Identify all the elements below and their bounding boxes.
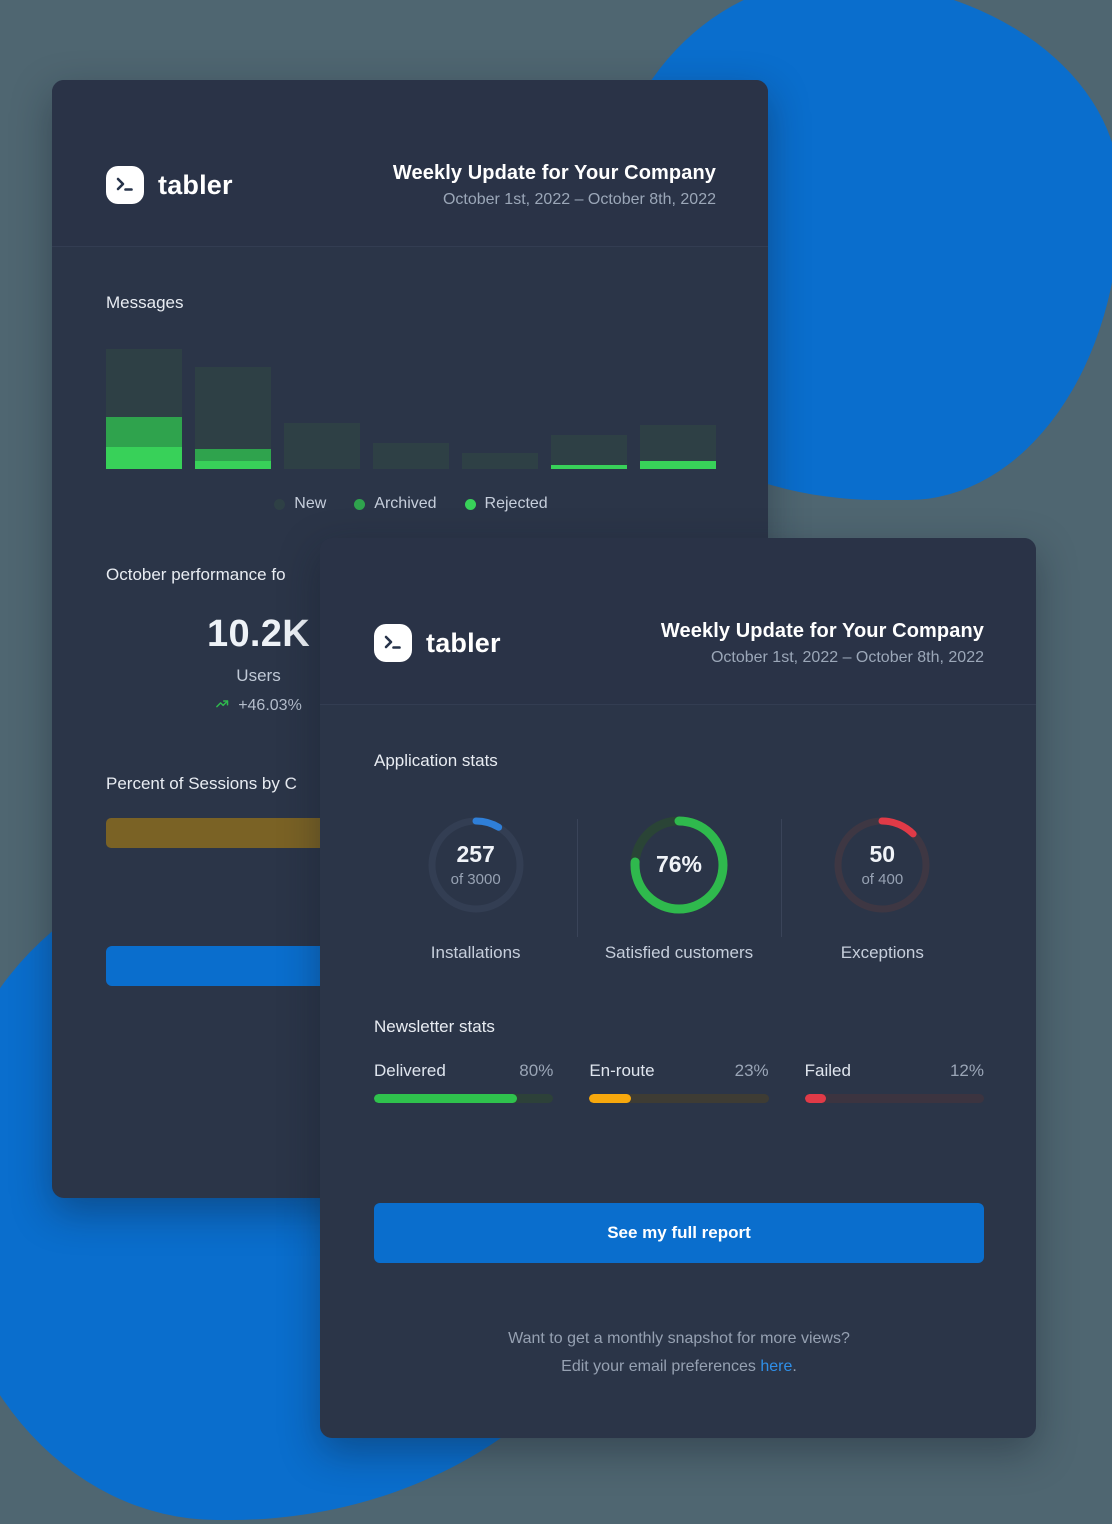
newsletter-stat-head: Failed 12%	[805, 1061, 984, 1081]
newsletter-progress-fill	[804, 1094, 827, 1103]
newsletter-stat-name: Failed	[804, 1061, 851, 1080]
newsletter-stats-title: Newsletter stats	[374, 1017, 495, 1036]
legend-item: Archived	[354, 495, 437, 513]
front-header-subtitle: October 1st, 2022 – October 8th, 2022	[710, 648, 984, 666]
back-header-subtitle: October 1st, 2022 – October 8th, 2022	[442, 190, 716, 208]
donut-center: 257 of 3000	[424, 813, 528, 917]
newsletter-stat-percent: 23%	[734, 1061, 769, 1080]
legend-dot-icon	[274, 498, 286, 510]
front-header-text: Weekly Update for Your Company October 1…	[661, 620, 984, 667]
donut-stat-cell: 50 of 400 Exceptions	[780, 813, 984, 963]
bar-column	[284, 423, 360, 469]
bar-segment-new	[195, 367, 271, 449]
donut-chart: 257 of 3000	[424, 813, 528, 917]
donut-stat-cell: 76% Satisfied customers	[577, 813, 780, 963]
newsletter-stat-name: Delivered	[374, 1061, 446, 1080]
bar-segment-new	[551, 435, 627, 465]
donut-chart: 50 of 400	[830, 813, 934, 917]
newsletter-stat-head: Delivered 80%	[374, 1061, 553, 1081]
bar-segment-archived	[195, 449, 271, 461]
newsletter-progress-fill	[374, 1094, 518, 1103]
back-header-text: Weekly Update for Your Company October 1…	[393, 162, 716, 209]
messages-section-title: Messages	[106, 293, 184, 312]
newsletter-progress-track	[804, 1094, 984, 1103]
front-card-header: tabler Weekly Update for Your Company Oc…	[320, 538, 1036, 705]
bar-column	[551, 435, 627, 469]
terminal-prompt-icon	[374, 624, 412, 662]
bar-column	[640, 425, 716, 469]
legend-label: Rejected	[484, 495, 548, 512]
performance-delta-value: +46.03%	[238, 697, 302, 714]
front-brand-name: tabler	[426, 627, 501, 658]
legend-dot-icon	[354, 498, 366, 510]
legend-item: Rejected	[464, 495, 548, 513]
bar-column	[106, 349, 182, 469]
newsletter-progress-track	[374, 1094, 554, 1103]
back-brand-name: tabler	[158, 169, 233, 200]
donut-subvalue: of 400	[861, 870, 904, 888]
messages-chart-legend: New Archived Rejected	[106, 495, 716, 513]
donut-center: 50 of 400	[830, 813, 934, 917]
front-card-footer: Want to get a monthly snapshot for more …	[374, 1325, 984, 1381]
bar-segment-archived	[106, 417, 182, 447]
see-full-report-button[interactable]: See my full report	[374, 1203, 984, 1263]
bar-segment-new	[373, 443, 449, 469]
newsletter-stat-name: En-route	[589, 1061, 655, 1080]
bar-column	[373, 443, 449, 469]
bar-column	[195, 367, 271, 469]
front-header-title: Weekly Update for Your Company	[660, 619, 984, 642]
donut-chart: 76%	[627, 813, 731, 917]
front-footer-line-2: Edit your email preferences here.	[374, 1353, 984, 1381]
email-preview-stage: tabler Weekly Update for Your Company Oc…	[0, 0, 1112, 1524]
legend-dot-icon	[464, 498, 476, 510]
newsletter-stat-item: Delivered 80%	[374, 1061, 554, 1103]
back-card-header: tabler Weekly Update for Your Company Oc…	[52, 80, 768, 247]
newsletter-stat-percent: 80%	[519, 1061, 554, 1080]
bar-segment-rejected	[195, 461, 271, 469]
bar-segment-new	[640, 425, 716, 461]
bar-segment-new	[462, 453, 538, 469]
newsletter-stats-section: Newsletter stats Delivered 80% En-route 23%…	[374, 1017, 984, 1103]
newsletter-stat-head: En-route 23%	[589, 1061, 768, 1081]
donut-subvalue: of 3000	[450, 870, 501, 888]
email-preferences-link[interactable]: here	[760, 1358, 792, 1375]
donut-label: Satisfied customers	[604, 943, 754, 962]
donut-value: 50	[869, 841, 896, 868]
donut-label: Installations	[430, 943, 521, 962]
donut-stat-cell: 257 of 3000 Installations	[374, 813, 577, 963]
newsletter-stat-item: En-route 23%	[589, 1061, 769, 1103]
donut-value: 76%	[655, 851, 702, 878]
bar-segment-rejected	[106, 447, 182, 469]
front-footer-line-1: Want to get a monthly snapshot for more …	[508, 1330, 850, 1347]
back-brand: tabler	[106, 166, 233, 204]
newsletter-progress-fill	[589, 1094, 631, 1103]
bar-column	[462, 453, 538, 469]
bar-segment-new	[284, 423, 360, 469]
legend-label: Archived	[374, 495, 437, 512]
newsletter-progress-track	[589, 1094, 769, 1103]
front-card-body: Application stats 257 of 3000 Installation…	[320, 705, 1036, 1381]
legend-label: New	[294, 495, 327, 512]
bar-segment-new	[106, 349, 182, 417]
application-stats-donuts: 257 of 3000 Installations 76% Satisfied cust…	[374, 813, 984, 963]
trend-up-icon	[215, 696, 230, 716]
newsletter-stat-item: Failed 12%	[804, 1061, 984, 1103]
bar-segment-rejected	[640, 461, 716, 469]
front-footer-suffix: .	[792, 1358, 797, 1375]
newsletter-stat-percent: 12%	[949, 1061, 984, 1080]
bar-segment-rejected	[551, 465, 627, 469]
donut-label: Exceptions	[840, 943, 924, 962]
front-email-card: tabler Weekly Update for Your Company Oc…	[320, 538, 1036, 1438]
newsletter-stats-rows: Delivered 80% En-route 23% Failed 12%	[374, 1061, 984, 1103]
front-brand: tabler	[374, 624, 501, 662]
messages-bar-chart	[106, 349, 716, 469]
back-header-title: Weekly Update for Your Company	[392, 161, 716, 184]
terminal-prompt-icon	[106, 166, 144, 204]
application-stats-title: Application stats	[374, 751, 498, 770]
legend-item: New	[274, 495, 326, 513]
donut-value: 257	[456, 841, 495, 868]
donut-center: 76%	[627, 813, 731, 917]
front-footer-prefix: Edit your email preferences	[561, 1358, 761, 1375]
